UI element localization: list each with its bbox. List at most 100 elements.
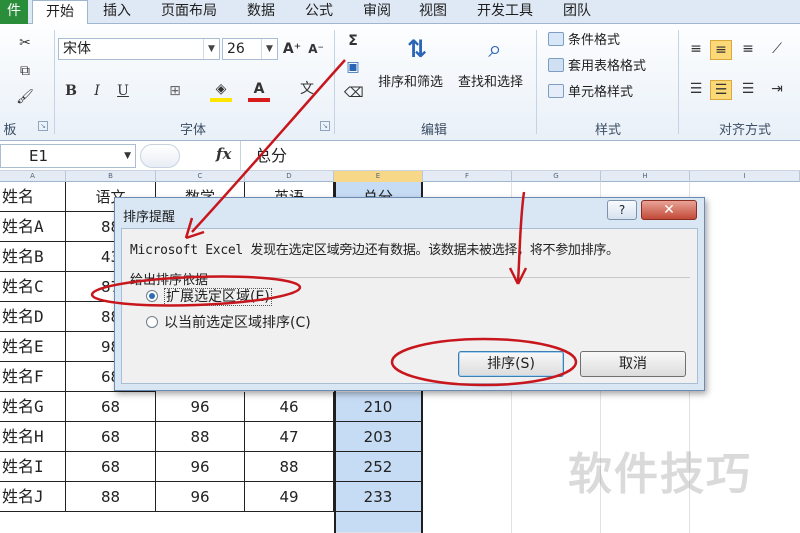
- cell-total[interactable]: 210: [334, 392, 423, 422]
- font-color-icon[interactable]: A: [248, 80, 270, 102]
- tab-view[interactable]: 视图: [408, 0, 458, 24]
- align-top-icon[interactable]: ≡: [686, 40, 706, 58]
- clear-icon[interactable]: ⌫: [344, 84, 364, 102]
- column-header-f[interactable]: F: [423, 171, 512, 182]
- cell-math[interactable]: 96: [156, 482, 245, 512]
- clipboard-launcher-icon[interactable]: ↘: [38, 121, 48, 131]
- tab-formulas[interactable]: 公式: [294, 0, 344, 24]
- group-label-clipboard: 板: [3, 123, 17, 138]
- column-header-c[interactable]: C: [156, 171, 245, 182]
- sort-filter-icon[interactable]: ⇅: [400, 34, 434, 64]
- selection-overflow[interactable]: [334, 512, 423, 533]
- header-cell-name[interactable]: 姓名: [0, 182, 66, 212]
- tab-file[interactable]: 件: [0, 0, 28, 24]
- cancel-button[interactable]: 取消: [580, 351, 686, 377]
- column-header-b[interactable]: B: [66, 171, 156, 182]
- align-bottom-icon[interactable]: ≡: [738, 40, 758, 58]
- tab-page-layout[interactable]: 页面布局: [150, 0, 228, 24]
- cell-chinese[interactable]: 68: [66, 422, 156, 452]
- underline-icon[interactable]: U: [114, 82, 132, 100]
- close-button[interactable]: ✕: [641, 200, 697, 220]
- cell-name[interactable]: 姓名C: [0, 272, 66, 302]
- tab-home[interactable]: 开始: [32, 0, 88, 25]
- borders-icon[interactable]: ⊞: [166, 82, 184, 100]
- orientation-icon[interactable]: ⟋: [766, 40, 788, 58]
- tab-review[interactable]: 审阅: [352, 0, 402, 24]
- tab-insert[interactable]: 插入: [92, 0, 142, 24]
- column-header-g[interactable]: G: [512, 171, 601, 182]
- conditional-format-button[interactable]: 条件格式: [548, 30, 620, 52]
- formula-input[interactable]: 总分: [240, 141, 800, 171]
- formula-bar-splitter[interactable]: [140, 144, 180, 168]
- cell-styles-button[interactable]: 单元格样式: [548, 82, 633, 104]
- align-left-icon[interactable]: ☰: [686, 80, 706, 98]
- tab-developer[interactable]: 开发工具: [466, 0, 544, 24]
- cell-name[interactable]: 姓名G: [0, 392, 66, 422]
- font-size-combo[interactable]: 26 ▼: [222, 38, 278, 60]
- cell-chinese[interactable]: 88: [66, 482, 156, 512]
- cell-english[interactable]: 49: [245, 482, 334, 512]
- chevron-down-icon[interactable]: ▼: [203, 39, 219, 59]
- group-divider: [536, 30, 537, 134]
- align-middle-icon[interactable]: ≡: [710, 40, 732, 60]
- help-button[interactable]: ?: [607, 200, 637, 220]
- font-name-combo[interactable]: 宋体 ▼: [58, 38, 220, 60]
- cell-math[interactable]: 88: [156, 422, 245, 452]
- italic-icon[interactable]: I: [88, 82, 106, 100]
- radio-unchecked-icon[interactable]: [146, 316, 158, 328]
- copy-icon[interactable]: ⧉: [16, 62, 34, 80]
- cell-name[interactable]: 姓名I: [0, 452, 66, 482]
- format-painter-icon[interactable]: 🖌: [16, 88, 34, 106]
- conditional-format-icon: [548, 32, 564, 46]
- chevron-down-icon[interactable]: ▼: [261, 39, 277, 59]
- align-center-icon[interactable]: ☰: [710, 80, 732, 100]
- binoculars-icon[interactable]: ⌕: [478, 34, 512, 64]
- phonetic-icon[interactable]: 文: [296, 80, 318, 98]
- formula-bar: E1 ▼ fx 总分: [0, 141, 800, 171]
- cell-math[interactable]: 96: [156, 392, 245, 422]
- cell-name[interactable]: 姓名J: [0, 482, 66, 512]
- cell-english[interactable]: 88: [245, 452, 334, 482]
- cell-name[interactable]: 姓名D: [0, 302, 66, 332]
- cell-chinese[interactable]: 68: [66, 392, 156, 422]
- fill-icon[interactable]: ▣: [344, 58, 362, 76]
- bold-icon[interactable]: B: [62, 82, 80, 100]
- align-right-icon[interactable]: ☰: [738, 80, 758, 98]
- radio-expand-selection[interactable]: 扩展选定区域(E): [146, 287, 272, 307]
- column-header-h[interactable]: H: [601, 171, 690, 182]
- column-header-i[interactable]: I: [690, 171, 800, 182]
- shrink-font-icon[interactable]: A⁻: [306, 40, 326, 58]
- grow-font-icon[interactable]: A⁺: [282, 40, 302, 58]
- cell-total[interactable]: 252: [334, 452, 423, 482]
- sort-filter-button[interactable]: 排序和筛选: [378, 72, 443, 94]
- table-format-button[interactable]: 套用表格格式: [548, 56, 646, 78]
- cell-total[interactable]: 233: [334, 482, 423, 512]
- sort-button[interactable]: 排序(S): [458, 351, 564, 377]
- tab-team[interactable]: 团队: [552, 0, 602, 24]
- name-box[interactable]: E1 ▼: [0, 144, 136, 168]
- cell-math[interactable]: 96: [156, 452, 245, 482]
- cell-chinese[interactable]: 68: [66, 452, 156, 482]
- fill-color-icon[interactable]: ◈: [210, 80, 232, 102]
- cell-name[interactable]: 姓名B: [0, 242, 66, 272]
- cell-name[interactable]: 姓名A: [0, 212, 66, 242]
- cell-total[interactable]: 203: [334, 422, 423, 452]
- radio-checked-icon[interactable]: [146, 290, 158, 302]
- column-header-a[interactable]: A: [0, 171, 66, 182]
- indent-icon[interactable]: ⇥: [766, 80, 788, 98]
- find-select-button[interactable]: 查找和选择: [458, 72, 523, 94]
- cell-english[interactable]: 46: [245, 392, 334, 422]
- tab-data[interactable]: 数据: [236, 0, 286, 24]
- font-launcher-icon[interactable]: ↘: [320, 121, 330, 131]
- cell-name[interactable]: 姓名F: [0, 362, 66, 392]
- column-header-e[interactable]: E: [334, 171, 423, 182]
- radio-current-selection[interactable]: 以当前选定区域排序(C): [146, 313, 311, 333]
- cell-name[interactable]: 姓名H: [0, 422, 66, 452]
- cell-english[interactable]: 47: [245, 422, 334, 452]
- chevron-down-icon[interactable]: ▼: [124, 145, 131, 167]
- insert-function-icon[interactable]: fx: [216, 145, 231, 163]
- cut-icon[interactable]: ✂: [16, 34, 34, 52]
- column-header-d[interactable]: D: [245, 171, 334, 182]
- autosum-icon[interactable]: Σ: [344, 32, 362, 50]
- cell-name[interactable]: 姓名E: [0, 332, 66, 362]
